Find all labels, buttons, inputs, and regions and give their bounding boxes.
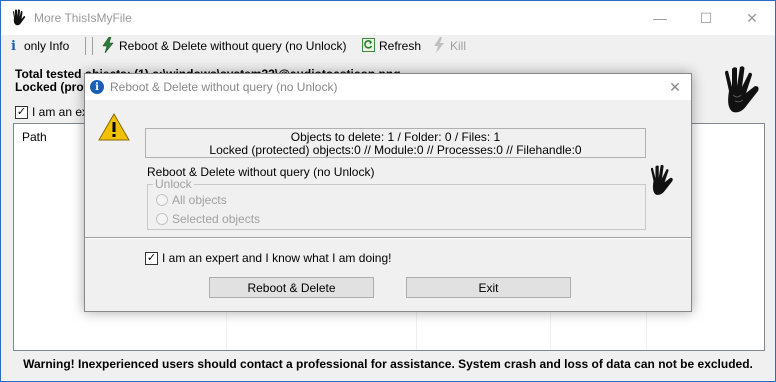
- window-title: More ThisIsMyFile: [34, 11, 132, 25]
- info-icon: i: [11, 38, 16, 54]
- radio-selected-objects-label: Selected objects: [172, 212, 261, 226]
- warning-message: Warning! Inexperienced users should cont…: [23, 357, 753, 371]
- lightning-icon: [432, 36, 446, 56]
- radio-button[interactable]: [156, 194, 168, 206]
- reboot-delete-label: Reboot & Delete without query (no Unlock…: [119, 39, 347, 53]
- kill-label: Kill: [450, 39, 467, 53]
- radio-all-objects-label: All objects: [172, 193, 227, 207]
- lightning-icon: [101, 36, 115, 56]
- dialog-title-bar: i Reboot & Delete without query (no Unlo…: [85, 74, 691, 100]
- dialog-close-button[interactable]: ✕: [665, 77, 685, 97]
- summary-locked-line: Locked (protected) objects:0 // Module:0…: [209, 143, 582, 157]
- expert-checkbox[interactable]: ✓: [15, 105, 28, 119]
- maximize-button[interactable]: ☐: [683, 1, 729, 35]
- dialog-title: Reboot & Delete without query (no Unlock…: [110, 80, 338, 94]
- reboot-delete-confirm-button[interactable]: Reboot & Delete: [209, 277, 374, 298]
- hand-logo-icon: [719, 65, 765, 120]
- unlock-group-label: Unlock: [153, 177, 194, 191]
- column-header-path[interactable]: Path: [22, 130, 47, 144]
- minimize-button[interactable]: —: [637, 1, 683, 35]
- radio-all-objects[interactable]: All objects: [156, 193, 227, 207]
- title-bar: More ThisIsMyFile — ☐ ✕: [1, 1, 775, 35]
- reboot-delete-dialog: i Reboot & Delete without query (no Unlo…: [84, 73, 692, 312]
- dialog-expert-checkbox[interactable]: ✓: [145, 251, 158, 265]
- hand-logo-icon: [647, 164, 677, 201]
- radio-button[interactable]: [156, 213, 168, 225]
- radio-selected-objects[interactable]: Selected objects: [156, 212, 260, 226]
- refresh-icon: [362, 37, 375, 55]
- kill-button[interactable]: Kill: [432, 36, 467, 56]
- warning-triangle-icon: [98, 112, 130, 144]
- dialog-expert-row[interactable]: ✓ I am an expert and I know what I am do…: [145, 251, 391, 265]
- reboot-delete-button[interactable]: Reboot & Delete without query (no Unlock…: [101, 36, 347, 56]
- refresh-label: Refresh: [379, 39, 422, 53]
- hand-icon: [11, 9, 27, 27]
- delete-summary-box: Objects to delete: 1 / Folder: 0 / Files…: [145, 128, 646, 158]
- toolbar-separator: [85, 37, 86, 55]
- unlock-groupbox: Unlock All objects Selected objects: [147, 177, 646, 230]
- dialog-divider: [85, 238, 691, 239]
- info-circle-icon: i: [90, 80, 104, 94]
- exit-button[interactable]: Exit: [406, 277, 571, 298]
- close-button[interactable]: ✕: [729, 1, 775, 35]
- only-info-label: only Info: [23, 39, 70, 53]
- dialog-expert-label: I am an expert and I know what I am doin…: [162, 251, 392, 265]
- toolbar-separator: [92, 37, 93, 55]
- only-info-button[interactable]: i only Info: [11, 37, 69, 55]
- toolbar: i only Info Reboot & Delete without quer…: [1, 35, 775, 57]
- refresh-button[interactable]: Refresh: [362, 37, 421, 55]
